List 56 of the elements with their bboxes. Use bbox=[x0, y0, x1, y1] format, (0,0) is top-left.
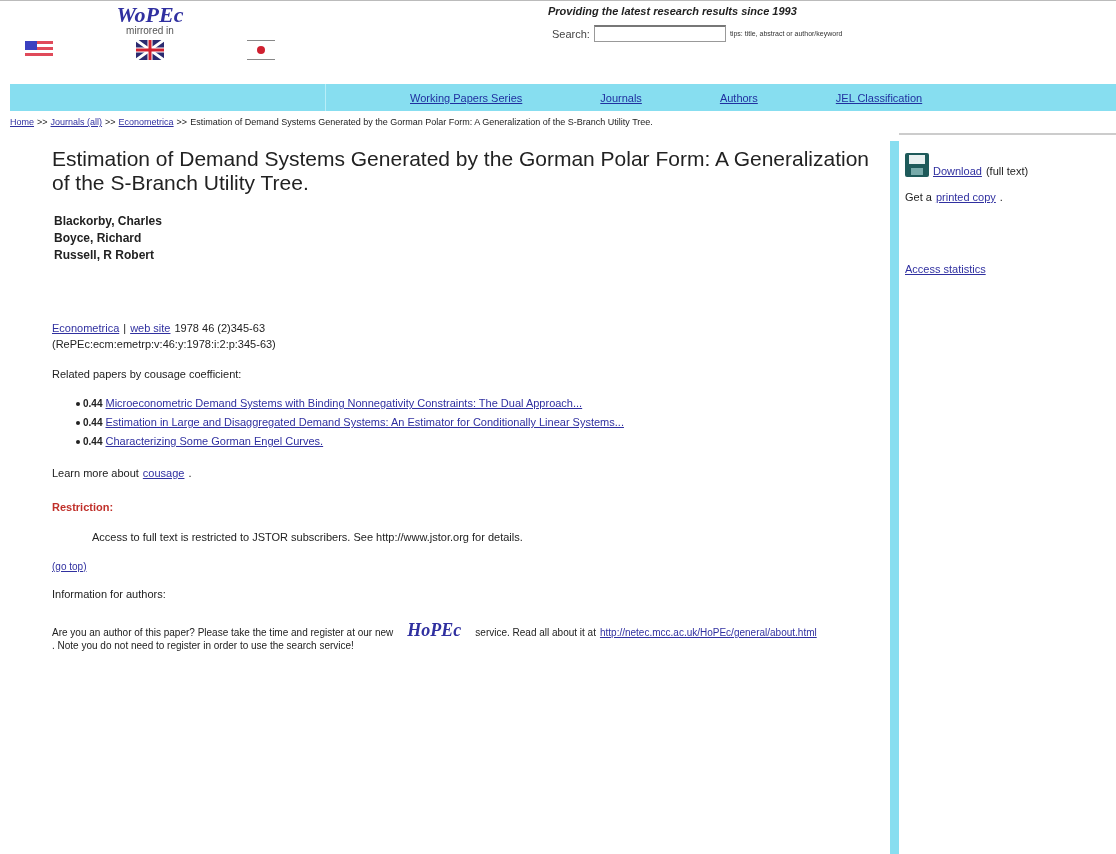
related-paper-link[interactable]: Microeconometric Demand Systems with Binding Nonnegativity Constraints: The Dual Approach... bbox=[105, 394, 583, 413]
period: . bbox=[999, 191, 1003, 203]
journal-link[interactable]: Econometrica bbox=[52, 320, 120, 336]
download-note: (full text) bbox=[985, 165, 1029, 177]
nav-link[interactable]: Working Papers Series bbox=[410, 91, 523, 104]
period: . bbox=[188, 467, 192, 479]
us-flag-icon[interactable] bbox=[25, 41, 53, 59]
search-label: Search: bbox=[552, 27, 590, 40]
printed-text: Get a bbox=[905, 191, 932, 203]
printed-copy-link[interactable]: printed copy bbox=[935, 191, 996, 203]
restriction-text: Access to full text is restricted to JSTOR subscribers. See http://www.jstor.org for details. bbox=[92, 531, 524, 543]
breadcrumb-link[interactable]: Journals (all) bbox=[50, 117, 103, 127]
mirrored-label: mirrored in bbox=[126, 25, 174, 36]
restriction-heading: Restriction: bbox=[52, 501, 115, 513]
breadcrumb-link[interactable]: Econometrica bbox=[118, 117, 174, 127]
score: 0.44 bbox=[83, 416, 103, 430]
related-heading: Related papers by cousage coefficient: bbox=[52, 368, 243, 380]
note-text: service. Read all about it at bbox=[475, 626, 596, 639]
hopec-logo[interactable]: HoPEc bbox=[407, 624, 462, 637]
breadcrumb-text: >> bbox=[176, 117, 188, 127]
related-paper-link[interactable]: Estimation in Large and Disaggregated Demand Systems: An Estimator for Conditionally Linear Systems... bbox=[105, 413, 624, 432]
author-name: Boyce, Richard bbox=[54, 230, 143, 247]
wopec-logo: WoPEc bbox=[116, 5, 184, 25]
web-site-link[interactable]: web site bbox=[130, 320, 171, 336]
note-text: . Note you do not need to register in order to use the search service! bbox=[52, 639, 354, 652]
paper-title: Estimation of Demand Systems Generated by the Gorman Polar Form: A Generalization of the S-Branch Utility Tree. bbox=[52, 147, 871, 195]
author-name: Blackorby, Charles bbox=[54, 213, 163, 230]
tagline: Providing the latest research results since 1993 bbox=[548, 5, 798, 17]
score: 0.44 bbox=[83, 397, 103, 411]
related-paper-link[interactable]: Characterizing Some Gorman Engel Curves. bbox=[105, 432, 324, 451]
bullet-icon bbox=[76, 401, 80, 406]
nav-link[interactable]: Journals bbox=[600, 91, 642, 104]
learn-more-text: Learn more about bbox=[52, 467, 139, 479]
bullet-icon bbox=[76, 420, 80, 425]
japan-flag-icon[interactable] bbox=[247, 40, 275, 60]
nav-link[interactable]: Authors bbox=[719, 91, 758, 104]
breadcrumb-text: Estimation of Demand Systems Generated by the Gorman Polar Form: A Generalization of the S-Branch Utility Tree. bbox=[190, 117, 653, 127]
author-name: Russell, R Robert bbox=[54, 247, 156, 264]
about-link[interactable]: http://netec.mcc.ac.uk/HoPEc/general/about.html bbox=[599, 626, 817, 639]
breadcrumb-link[interactable]: Home bbox=[10, 117, 34, 127]
access-statistics-link[interactable]: Access statistics bbox=[905, 263, 1116, 275]
separator: | bbox=[123, 321, 127, 336]
score: 0.44 bbox=[83, 435, 103, 449]
breadcrumb-text: >> bbox=[105, 117, 116, 127]
info-heading: Information for authors: bbox=[52, 588, 167, 600]
citation-details: 1978 46 (2)345-63 bbox=[174, 321, 265, 336]
breadcrumb-text: >> bbox=[37, 117, 48, 127]
search-field[interactable] bbox=[593, 25, 726, 42]
uk-flag-icon[interactable] bbox=[136, 40, 164, 60]
nav-link[interactable]: JEL Classification bbox=[835, 91, 923, 104]
go-top-link[interactable]: (go top) bbox=[52, 561, 87, 572]
note-text: Are you an author of this paper? Please take the time and register at our new bbox=[52, 626, 394, 639]
download-link[interactable]: Download bbox=[933, 165, 982, 177]
repec-handle: (RePEc:ecm:emetrp:v:46:y:1978:i:2:p:345-63) bbox=[52, 338, 276, 350]
cousage-link[interactable]: cousage bbox=[142, 467, 185, 479]
bullet-icon bbox=[76, 439, 80, 444]
